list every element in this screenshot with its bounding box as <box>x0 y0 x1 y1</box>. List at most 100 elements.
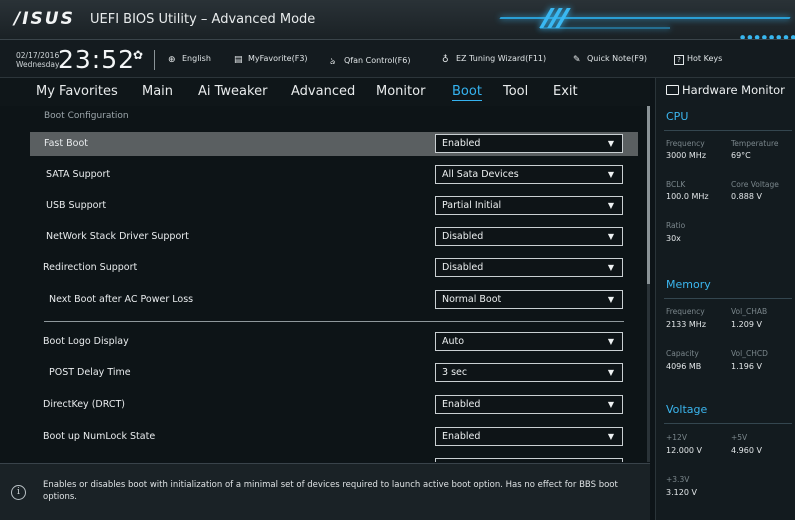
section-divider <box>664 298 792 299</box>
setting-row-post-delay-time[interactable]: POST Delay Time 3 sec ▼ <box>30 361 638 385</box>
numlock-state-select[interactable]: Enabled ▼ <box>435 427 623 446</box>
v5-value: 4.960 V <box>731 446 762 455</box>
next-boot-ac-loss-select[interactable]: Normal Boot ▼ <box>435 290 623 309</box>
setting-label: SATA Support <box>46 169 111 180</box>
setting-label: USB Support <box>46 200 107 211</box>
dropdown-caret-icon: ▼ <box>607 232 614 241</box>
tab-my-favorites[interactable]: My Favorites <box>36 84 118 99</box>
setting-row-directkey[interactable]: DirectKey (DRCT) Enabled ▼ <box>30 393 638 417</box>
cpu-frequency-value: 3000 MHz <box>666 151 707 160</box>
select-value: Auto <box>442 336 465 347</box>
voltage-heading: Voltage <box>666 403 708 416</box>
scrollbar-track[interactable] <box>647 284 650 462</box>
select-value: Normal Boot <box>442 294 502 305</box>
section-divider <box>664 130 792 131</box>
favorite-list-icon: ▤ <box>234 55 243 65</box>
note-icon: ✎ <box>573 55 581 65</box>
myfavorite-label: MyFavorite(F3) <box>248 54 308 63</box>
language-button[interactable]: ⊕ English <box>168 54 211 65</box>
next-select-partial <box>435 458 623 462</box>
ez-tuning-wizard-button[interactable]: ♁ EZ Tuning Wizard(F11) <box>442 54 546 65</box>
window-title: UEFI BIOS Utility – Advanced Mode <box>90 12 316 27</box>
setting-label: Fast Boot <box>44 138 88 149</box>
fast-boot-select[interactable]: Enabled ▼ <box>435 134 623 153</box>
usb-support-select[interactable]: Partial Initial ▼ <box>435 196 623 215</box>
core-voltage-value: 0.888 V <box>731 192 762 201</box>
setting-label: Redirection Support <box>43 262 138 273</box>
tab-tool[interactable]: Tool <box>503 84 528 99</box>
hot-keys-button[interactable]: ? Hot Keys <box>674 54 722 65</box>
help-bar: i Enables or disables boot with initiali… <box>0 463 650 520</box>
setting-label: Boot Logo Display <box>43 336 129 347</box>
cpu-temperature-label: Temperature <box>731 139 779 148</box>
post-delay-time-select[interactable]: 3 sec ▼ <box>435 363 623 382</box>
hardware-monitor-title: Hardware Monitor <box>666 83 785 97</box>
bclk-value: 100.0 MHz <box>666 192 709 201</box>
dropdown-caret-icon: ▼ <box>607 337 614 346</box>
setting-label: DirectKey (DRCT) <box>43 399 125 410</box>
language-label: English <box>182 54 211 63</box>
title-bar: /ISUS UEFI BIOS Utility – Advanced Mode … <box>0 0 795 40</box>
main-menu: My Favorites Main Ai Tweaker Advanced Mo… <box>0 78 650 106</box>
lightbulb-icon: ♁ <box>442 55 449 65</box>
dropdown-caret-icon: ▼ <box>607 400 614 409</box>
select-value: Enabled <box>442 399 481 410</box>
setting-row-boot-logo-display[interactable]: Boot Logo Display Auto ▼ <box>30 330 638 354</box>
v12-label: +12V <box>666 433 687 442</box>
help-icon: ? <box>674 55 684 65</box>
quick-note-button[interactable]: ✎ Quick Note(F9) <box>573 54 647 65</box>
setting-row-numlock-state[interactable]: Boot up NumLock State Enabled ▼ <box>30 425 638 449</box>
tab-main[interactable]: Main <box>142 84 173 99</box>
redirection-support-select[interactable]: Disabled ▼ <box>435 258 623 277</box>
dropdown-caret-icon: ▼ <box>607 170 614 179</box>
fan-icon: ঌ <box>330 57 336 67</box>
tab-boot[interactable]: Boot <box>452 84 482 101</box>
dropdown-caret-icon: ▼ <box>607 139 614 148</box>
tab-ai-tweaker[interactable]: Ai Tweaker <box>198 84 267 99</box>
select-value: Enabled <box>442 431 481 442</box>
memory-heading: Memory <box>666 278 711 291</box>
setting-row-usb-support[interactable]: USB Support Partial Initial ▼ <box>30 194 638 218</box>
directkey-select[interactable]: Enabled ▼ <box>435 395 623 414</box>
setting-row-fast-boot[interactable]: Fast Boot Enabled ▼ <box>30 132 638 156</box>
gear-icon[interactable]: ✿ <box>133 48 143 62</box>
ratio-label: Ratio <box>666 221 686 230</box>
sata-support-select[interactable]: All Sata Devices ▼ <box>435 165 623 184</box>
select-value: Enabled <box>442 138 481 149</box>
info-icon: i <box>11 485 26 500</box>
tab-monitor[interactable]: Monitor <box>376 84 425 99</box>
tab-exit[interactable]: Exit <box>553 84 578 99</box>
select-value: All Sata Devices <box>442 169 519 180</box>
clock: 23:52 <box>58 45 136 74</box>
tab-advanced[interactable]: Advanced <box>291 84 355 99</box>
vol-chcd-value: 1.196 V <box>731 362 762 371</box>
section-heading: Boot Configuration <box>44 111 129 121</box>
setting-row-sata-support[interactable]: SATA Support All Sata Devices ▼ <box>30 163 638 187</box>
scrollbar-thumb[interactable] <box>647 106 650 284</box>
vol-chcd-label: Vol_CHCD <box>731 349 768 358</box>
setting-label: Next Boot after AC Power Loss <box>49 294 194 305</box>
myfavorite-button[interactable]: ▤ MyFavorite(F3) <box>234 54 308 65</box>
v33-value: 3.120 V <box>666 488 697 497</box>
boot-logo-display-select[interactable]: Auto ▼ <box>435 332 623 351</box>
v12-value: 12.000 V <box>666 446 703 455</box>
setting-row-network-stack[interactable]: NetWork Stack Driver Support Disabled ▼ <box>30 225 638 249</box>
cpu-temperature-value: 69°C <box>731 151 751 160</box>
qfan-control-button[interactable]: ঌ Qfan Control(F6) <box>330 54 411 67</box>
setting-row-next-boot-ac-loss[interactable]: Next Boot after AC Power Loss Normal Boo… <box>30 288 638 312</box>
network-stack-select[interactable]: Disabled ▼ <box>435 227 623 246</box>
section-divider <box>664 423 792 424</box>
qfan-label: Qfan Control(F6) <box>344 56 411 65</box>
setting-row-redirection-support[interactable]: Redirection Support Disabled ▼ <box>30 256 638 280</box>
hot-keys-label: Hot Keys <box>687 54 723 63</box>
memory-frequency-label: Frequency <box>666 307 705 316</box>
capacity-label: Capacity <box>666 349 699 358</box>
dropdown-caret-icon: ▼ <box>607 263 614 272</box>
ratio-value: 30x <box>666 234 681 243</box>
cpu-frequency-label: Frequency <box>666 139 705 148</box>
capacity-value: 4096 MB <box>666 362 702 371</box>
boot-settings-panel: Boot Configuration Fast Boot Enabled ▼ S… <box>0 106 650 462</box>
select-value: Partial Initial <box>442 200 502 211</box>
v33-label: +3.3V <box>666 475 690 484</box>
cpu-heading: CPU <box>666 110 689 123</box>
